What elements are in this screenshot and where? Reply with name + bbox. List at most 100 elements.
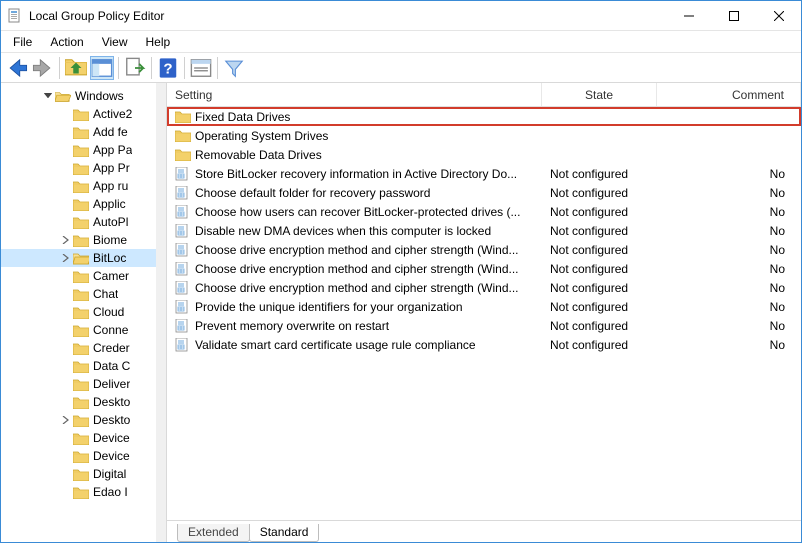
- folder-icon: [73, 359, 89, 373]
- tree-label: Creder: [93, 341, 130, 355]
- list-row-folder[interactable]: Operating System Drives: [167, 126, 801, 145]
- header-state[interactable]: State: [542, 83, 657, 106]
- tree-node[interactable]: Device: [1, 429, 166, 447]
- filter-button[interactable]: [222, 56, 246, 80]
- list-row-policy[interactable]: Choose drive encryption method and ciphe…: [167, 259, 801, 278]
- tree-twist-empty: [59, 179, 73, 193]
- folder-icon: [73, 287, 89, 301]
- tree-label: Deliver: [93, 377, 130, 391]
- list-cell-state: Not configured: [542, 224, 657, 238]
- tree-twist-empty: [59, 305, 73, 319]
- tree-label: Digital: [93, 467, 126, 481]
- tree-node[interactable]: App Pa: [1, 141, 166, 159]
- policy-icon: [175, 262, 191, 276]
- tree-node[interactable]: App Pr: [1, 159, 166, 177]
- folder-icon: [73, 197, 89, 211]
- list-row-policy[interactable]: Disable new DMA devices when this comput…: [167, 221, 801, 240]
- folder-icon: [73, 485, 89, 499]
- tree-scrollbar[interactable]: [156, 83, 166, 542]
- tree-node[interactable]: Biome: [1, 231, 166, 249]
- close-button[interactable]: [756, 1, 801, 30]
- maximize-button[interactable]: [711, 1, 756, 30]
- tree-label: Add fe: [93, 125, 128, 139]
- list-cell-comment: No: [657, 319, 801, 333]
- minimize-button[interactable]: [666, 1, 711, 30]
- tab-standard[interactable]: Standard: [249, 524, 320, 542]
- list-row-policy[interactable]: Choose how users can recover BitLocker-p…: [167, 202, 801, 221]
- tree-label: Chat: [93, 287, 118, 301]
- tree-twist-empty: [59, 161, 73, 175]
- menu-action[interactable]: Action: [42, 33, 91, 51]
- tree-twist-empty: [59, 431, 73, 445]
- folder-icon: [73, 233, 89, 247]
- tree-node[interactable]: App ru: [1, 177, 166, 195]
- tree-node[interactable]: Deskto: [1, 393, 166, 411]
- tree-twist-empty: [59, 323, 73, 337]
- list-row-folder[interactable]: Fixed Data Drives: [167, 107, 801, 126]
- list-cell-state: Not configured: [542, 186, 657, 200]
- help-button[interactable]: ?: [156, 56, 180, 80]
- tab-extended[interactable]: Extended: [177, 524, 250, 542]
- folder-icon: [73, 449, 89, 463]
- back-button[interactable]: [5, 56, 29, 80]
- policy-icon: [175, 319, 191, 333]
- list-row-policy[interactable]: Choose drive encryption method and ciphe…: [167, 240, 801, 259]
- menu-view[interactable]: View: [94, 33, 136, 51]
- chevron-right-icon[interactable]: [59, 233, 73, 247]
- policy-icon: [175, 186, 191, 200]
- tree-node[interactable]: Chat: [1, 285, 166, 303]
- folder-icon: [175, 110, 191, 124]
- tree-node[interactable]: Edao I: [1, 483, 166, 501]
- list-row-policy[interactable]: Validate smart card certificate usage ru…: [167, 335, 801, 354]
- tree-node[interactable]: Creder: [1, 339, 166, 357]
- chevron-right-icon[interactable]: [59, 251, 73, 265]
- tree-node[interactable]: AutoPl: [1, 213, 166, 231]
- folder-icon: [73, 161, 89, 175]
- properties-button[interactable]: [189, 56, 213, 80]
- tree-node[interactable]: Cloud: [1, 303, 166, 321]
- show-tree-button[interactable]: [90, 56, 114, 80]
- folder-icon: [73, 125, 89, 139]
- tree-node-windows[interactable]: Windows: [1, 87, 166, 105]
- policy-icon: [175, 338, 191, 352]
- folder-icon: [73, 341, 89, 355]
- tree-node[interactable]: Digital: [1, 465, 166, 483]
- chevron-down-icon[interactable]: [41, 89, 55, 103]
- tree-node[interactable]: Conne: [1, 321, 166, 339]
- list-row-policy[interactable]: Store BitLocker recovery information in …: [167, 164, 801, 183]
- tree-node[interactable]: Add fe: [1, 123, 166, 141]
- toolbar-separator: [184, 57, 185, 79]
- list-row-policy[interactable]: Choose drive encryption method and ciphe…: [167, 278, 801, 297]
- menu-help[interactable]: Help: [138, 33, 179, 51]
- tree-twist-empty: [59, 107, 73, 121]
- menu-file[interactable]: File: [5, 33, 40, 51]
- header-setting[interactable]: Setting: [167, 83, 542, 106]
- export-button[interactable]: [123, 56, 147, 80]
- list-row-folder[interactable]: Removable Data Drives: [167, 145, 801, 164]
- policy-icon: [175, 281, 191, 295]
- chevron-right-icon[interactable]: [59, 413, 73, 427]
- tree-twist-empty: [59, 125, 73, 139]
- list-row-policy[interactable]: Provide the unique identifiers for your …: [167, 297, 801, 316]
- tree-node[interactable]: BitLoc: [1, 249, 166, 267]
- window: Local Group Policy Editor File Action Vi…: [0, 0, 802, 543]
- tree-twist-empty: [59, 197, 73, 211]
- folder-icon: [73, 269, 89, 283]
- up-folder-button[interactable]: [64, 56, 88, 80]
- header-comment[interactable]: Comment: [657, 83, 801, 106]
- tree-node[interactable]: Active2: [1, 105, 166, 123]
- tree-node[interactable]: Camer: [1, 267, 166, 285]
- policy-icon: [175, 243, 191, 257]
- list-row-policy[interactable]: Prevent memory overwrite on restartNot c…: [167, 316, 801, 335]
- tree-label: BitLoc: [93, 251, 126, 265]
- tree-node[interactable]: Deliver: [1, 375, 166, 393]
- tree-node[interactable]: Applic: [1, 195, 166, 213]
- tree-node[interactable]: Data C: [1, 357, 166, 375]
- forward-button[interactable]: [31, 56, 55, 80]
- list-cell-setting: Removable Data Drives: [195, 148, 322, 162]
- tree-node[interactable]: Deskto: [1, 411, 166, 429]
- list-row-policy[interactable]: Choose default folder for recovery passw…: [167, 183, 801, 202]
- tree: Windows Active2Add feApp PaApp PrApp ruA…: [1, 87, 166, 501]
- tree-node[interactable]: Device: [1, 447, 166, 465]
- menubar: File Action View Help: [1, 31, 801, 53]
